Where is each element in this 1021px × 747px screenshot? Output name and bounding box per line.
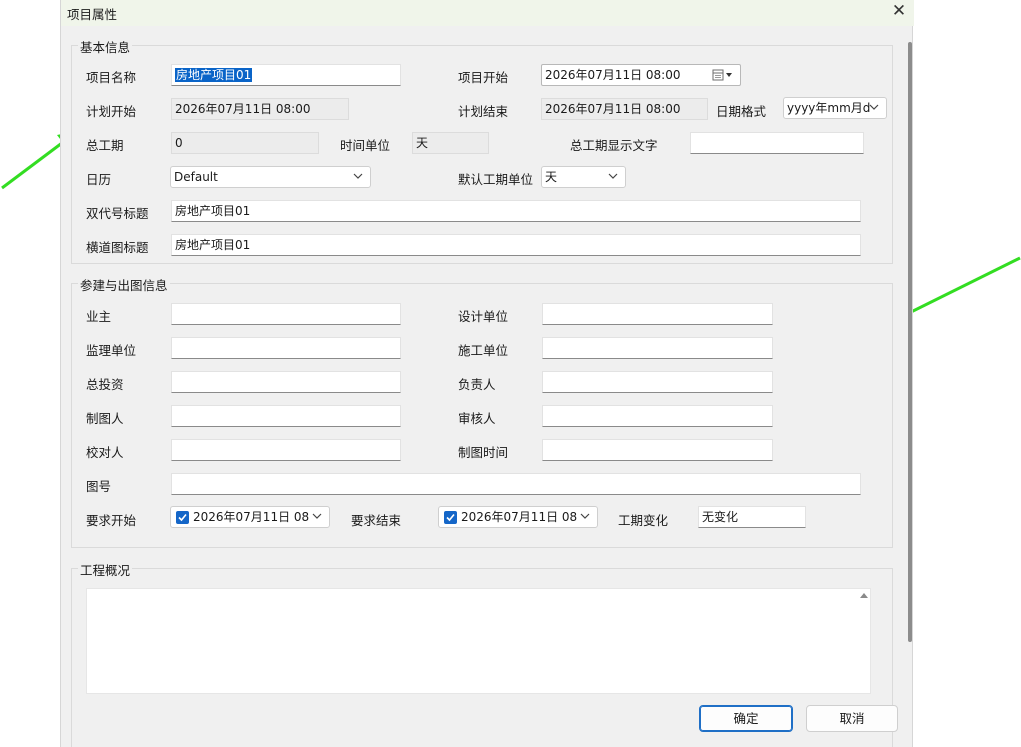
project-name-value: 房地产项目01 — [175, 68, 253, 82]
date-format-select[interactable]: yyyy年mm月d — [783, 97, 887, 119]
calendar-icon[interactable] — [712, 69, 736, 81]
date-format-value: yyyy年mm月d — [787, 101, 871, 115]
checkmark-icon — [178, 513, 187, 522]
title-bar: 项目属性 ✕ — [61, 0, 914, 26]
double-code-title-label: 双代号标题 — [86, 206, 149, 221]
req-start-checkbox[interactable] — [176, 511, 189, 524]
draw-time-input[interactable] — [542, 439, 773, 461]
reviewer-label: 审核人 — [458, 411, 496, 426]
checkmark-icon — [446, 513, 455, 522]
scroll-up-icon[interactable] — [857, 588, 871, 602]
chevron-down-icon — [869, 104, 879, 110]
chevron-down-icon — [608, 173, 618, 179]
dialog-scrollbar[interactable] — [906, 24, 914, 694]
design-unit-input[interactable] — [542, 303, 773, 325]
overview-scrollbar[interactable] — [857, 588, 871, 694]
project-start-label: 项目开始 — [458, 70, 509, 85]
screenshot-stage: 项目属性 ✕ 基本信息 项目名称 房地产项目01 项目开始 2026年07月11… — [0, 0, 1021, 747]
total-investment-label: 总投资 — [86, 377, 124, 392]
close-button[interactable]: ✕ — [884, 0, 914, 24]
total-duration-label: 总工期 — [86, 138, 124, 153]
drawing-no-input[interactable] — [171, 473, 861, 495]
project-name-label: 项目名称 — [86, 70, 137, 85]
plan-start-label: 计划开始 — [86, 104, 137, 119]
chevron-down-icon — [580, 513, 590, 519]
req-start-picker[interactable]: 2026年07月11日 08 — [170, 506, 330, 528]
date-format-label: 日期格式 — [716, 104, 767, 119]
basic-info-legend: 基本信息 — [78, 37, 133, 56]
project-start-value: 2026年07月11日 08:00 — [545, 68, 681, 82]
plan-end-field: 2026年07月11日 08:00 — [541, 98, 708, 120]
overview-legend: 工程概况 — [78, 560, 133, 579]
chevron-down-icon — [312, 513, 322, 519]
duration-text-label: 总工期显示文字 — [570, 138, 658, 153]
close-icon: ✕ — [891, 1, 907, 21]
default-unit-select[interactable]: 天 — [541, 166, 626, 188]
calendar-label: 日历 — [86, 172, 112, 187]
duration-text-input[interactable] — [690, 132, 864, 154]
duration-change-input[interactable]: 无变化 — [698, 506, 806, 528]
construction-unit-label: 施工单位 — [458, 343, 509, 358]
supervision-unit-label: 监理单位 — [86, 343, 137, 358]
calendar-select[interactable]: Default — [170, 166, 371, 188]
build-info-legend: 参建与出图信息 — [78, 275, 170, 294]
plan-start-field: 2026年07月11日 08:00 — [171, 98, 349, 120]
chevron-down-icon — [353, 173, 363, 179]
time-unit-field: 天 — [412, 132, 489, 154]
drawing-no-label: 图号 — [86, 479, 112, 494]
lane-chart-title-label: 横道图标题 — [86, 240, 149, 255]
drafter-label: 制图人 — [86, 411, 124, 426]
construction-unit-input[interactable] — [542, 337, 773, 359]
responsible-input[interactable] — [542, 371, 773, 393]
ok-button[interactable]: 确定 — [699, 705, 793, 732]
req-end-label: 要求结束 — [351, 513, 402, 528]
design-unit-label: 设计单位 — [458, 309, 509, 324]
req-end-checkbox[interactable] — [444, 511, 457, 524]
owner-input[interactable] — [171, 303, 401, 325]
project-name-input[interactable]: 房地产项目01 — [171, 64, 401, 86]
default-unit-value: 天 — [545, 170, 558, 184]
reviewer-input[interactable] — [542, 405, 773, 427]
supervision-unit-input[interactable] — [171, 337, 401, 359]
total-duration-field: 0 — [171, 132, 319, 154]
req-start-value: 2026年07月11日 08 — [193, 510, 310, 524]
cancel-button[interactable]: 取消 — [806, 705, 898, 732]
dialog-scrollbar-thumb[interactable] — [908, 42, 912, 642]
proofreader-input[interactable] — [171, 439, 401, 461]
owner-label: 业主 — [86, 309, 112, 324]
req-end-value: 2026年07月11日 08 — [461, 510, 578, 524]
draw-time-label: 制图时间 — [458, 445, 509, 460]
req-start-label: 要求开始 — [86, 513, 137, 528]
calendar-value: Default — [174, 170, 218, 184]
dialog-title: 项目属性 — [67, 7, 118, 22]
default-unit-label: 默认工期单位 — [458, 172, 534, 187]
proofreader-label: 校对人 — [86, 445, 124, 460]
double-code-title-input[interactable]: 房地产项目01 — [171, 200, 861, 222]
req-end-picker[interactable]: 2026年07月11日 08 — [438, 506, 598, 528]
drafter-input[interactable] — [171, 405, 401, 427]
responsible-label: 负责人 — [458, 377, 496, 392]
project-start-picker[interactable]: 2026年07月11日 08:00 — [541, 64, 741, 86]
lane-chart-title-input[interactable]: 房地产项目01 — [171, 234, 861, 256]
plan-end-label: 计划结束 — [458, 104, 509, 119]
overview-textarea[interactable] — [86, 588, 871, 694]
total-investment-input[interactable] — [171, 371, 401, 393]
duration-change-label: 工期变化 — [618, 513, 669, 528]
time-unit-label: 时间单位 — [340, 138, 391, 153]
project-properties-dialog: 项目属性 ✕ 基本信息 项目名称 房地产项目01 项目开始 2026年07月11… — [60, 0, 914, 747]
